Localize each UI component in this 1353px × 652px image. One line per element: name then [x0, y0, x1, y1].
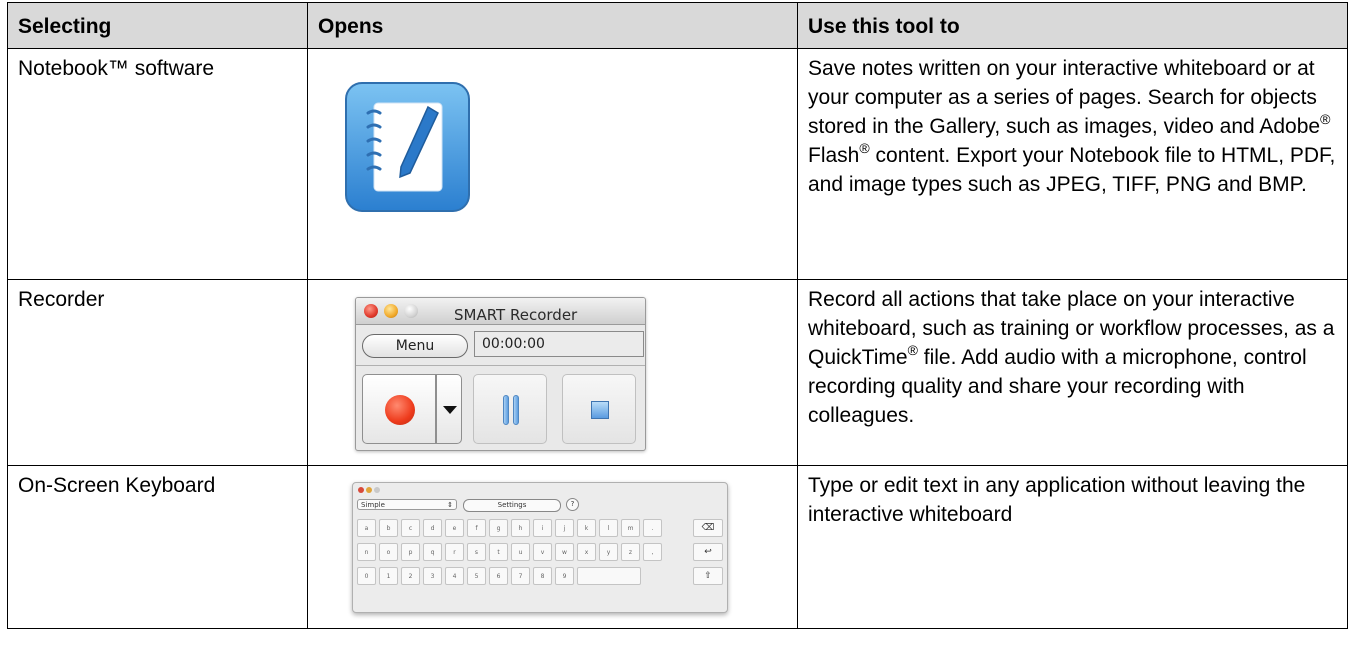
keyboard-key: h	[511, 519, 530, 537]
header-opens: Opens	[307, 2, 798, 49]
recorder-divider	[356, 365, 645, 366]
close-light-icon	[358, 487, 364, 493]
keyboard-key: u	[511, 543, 530, 561]
recorder-titlebar: SMART Recorder	[356, 298, 645, 325]
keyboard-key: .	[643, 519, 662, 537]
close-light-icon	[364, 304, 378, 318]
row-selecting-recorder: Recorder	[7, 279, 308, 466]
keyboard-key: 2	[401, 567, 420, 585]
keyboard-key: 1	[379, 567, 398, 585]
keyboard-key: y	[599, 543, 618, 561]
keyboard-key: x	[577, 543, 596, 561]
keyboard-key: 7	[511, 567, 530, 585]
table-row: Recorder SMART Recorder Menu 00:00:00 Re…	[7, 279, 1348, 466]
pause-button	[473, 374, 547, 444]
keyboard-key: i	[533, 519, 552, 537]
keyboard-help-button: ?	[566, 498, 579, 511]
keyboard-key: e	[445, 519, 464, 537]
recorder-timer: 00:00:00	[474, 331, 644, 357]
minimize-light-icon	[384, 304, 398, 318]
header-row: Selecting Opens Use this tool to	[7, 2, 1348, 49]
keyboard-key: ⇧	[693, 567, 723, 585]
keyboard-key: s	[467, 543, 486, 561]
record-icon	[385, 395, 415, 425]
keyboard-key: q	[423, 543, 442, 561]
tools-table: Selecting Opens Use this tool to Noteboo…	[7, 2, 1348, 629]
keyboard-key: 9	[555, 567, 574, 585]
header-selecting: Selecting	[7, 2, 308, 49]
keyboard-key: ,	[643, 543, 662, 561]
recorder-title: SMART Recorder	[454, 306, 578, 324]
keyboard-key: 4	[445, 567, 464, 585]
notebook-icon	[345, 82, 470, 212]
zoom-light-icon	[374, 487, 380, 493]
recorder-window: SMART Recorder Menu 00:00:00	[355, 297, 646, 451]
row-selecting-notebook: Notebook™ software	[7, 48, 308, 280]
keyboard-key: r	[445, 543, 464, 561]
notebook-icon-cell	[307, 48, 798, 280]
stop-icon	[591, 401, 609, 419]
header-use-tool: Use this tool to	[797, 2, 1348, 49]
row-desc-notebook: Save notes written on your interactive w…	[797, 48, 1348, 280]
zoom-light-icon	[404, 304, 418, 318]
minimize-light-icon	[366, 487, 372, 493]
keyboard-key: a	[357, 519, 376, 537]
row-selecting-keyboard: On-Screen Keyboard	[7, 465, 308, 629]
keyboard-key: d	[423, 519, 442, 537]
keyboard-key: w	[555, 543, 574, 561]
keyboard-key: 8	[533, 567, 552, 585]
keyboard-key: c	[401, 519, 420, 537]
table-row: Notebook™ software Save notes written on…	[7, 48, 1348, 280]
keyboard-key: g	[489, 519, 508, 537]
pause-icon	[503, 395, 509, 425]
keyboard-key: p	[401, 543, 420, 561]
keyboard-key: v	[533, 543, 552, 561]
keyboard-key: 0	[357, 567, 376, 585]
dropdown-arrow-icon	[443, 406, 457, 414]
keyboard-key: n	[357, 543, 376, 561]
keyboard-key: ↩	[693, 543, 723, 561]
record-button	[362, 374, 436, 444]
recorder-cell: SMART Recorder Menu 00:00:00	[307, 279, 798, 466]
keyboard-key	[577, 567, 641, 585]
keyboard-key: o	[379, 543, 398, 561]
table-row: On-Screen Keyboard Simple ⇕ Settings ? ab…	[7, 465, 1348, 629]
row-desc-keyboard: Type or edit text in any application wit…	[797, 465, 1348, 629]
record-options-button	[436, 374, 462, 444]
keyboard-key: ⌫	[693, 519, 723, 537]
keyboard-key: 6	[489, 567, 508, 585]
stop-button	[562, 374, 636, 444]
keyboard-key: t	[489, 543, 508, 561]
keyboard-key: m	[621, 519, 640, 537]
keyboard-key: z	[621, 543, 640, 561]
keyboard-row: 0 1 2 3 4 5 6 7 8 9 ⇧	[357, 567, 723, 585]
keyboard-key: f	[467, 519, 486, 537]
keyboard-keys: a b c d e f g h i j k l m. ⌫ n o p q r s t u v w x y z, ↩ 0 1 2 3 4 5 6 7 8 9…	[357, 519, 723, 591]
keyboard-key: 5	[467, 567, 486, 585]
keyboard-layout-select: Simple ⇕	[357, 499, 457, 510]
keyboard-key: j	[555, 519, 574, 537]
keyboard-window: Simple ⇕ Settings ? a b c d e f g h i j k l m. ⌫ n o p q r s…	[352, 482, 728, 613]
keyboard-row: a b c d e f g h i j k l m. ⌫	[357, 519, 723, 537]
pause-icon	[513, 395, 519, 425]
keyboard-key: l	[599, 519, 618, 537]
row-desc-recorder: Record all actions that take place on yo…	[797, 279, 1348, 466]
keyboard-key: k	[577, 519, 596, 537]
keyboard-key: b	[379, 519, 398, 537]
keyboard-key: 3	[423, 567, 442, 585]
keyboard-cell: Simple ⇕ Settings ? a b c d e f g h i j k l m. ⌫ n o p q r s…	[307, 465, 798, 629]
keyboard-settings-button: Settings	[463, 499, 561, 512]
keyboard-row: n o p q r s t u v w x y z, ↩	[357, 543, 723, 561]
recorder-menu-button: Menu	[362, 334, 468, 358]
